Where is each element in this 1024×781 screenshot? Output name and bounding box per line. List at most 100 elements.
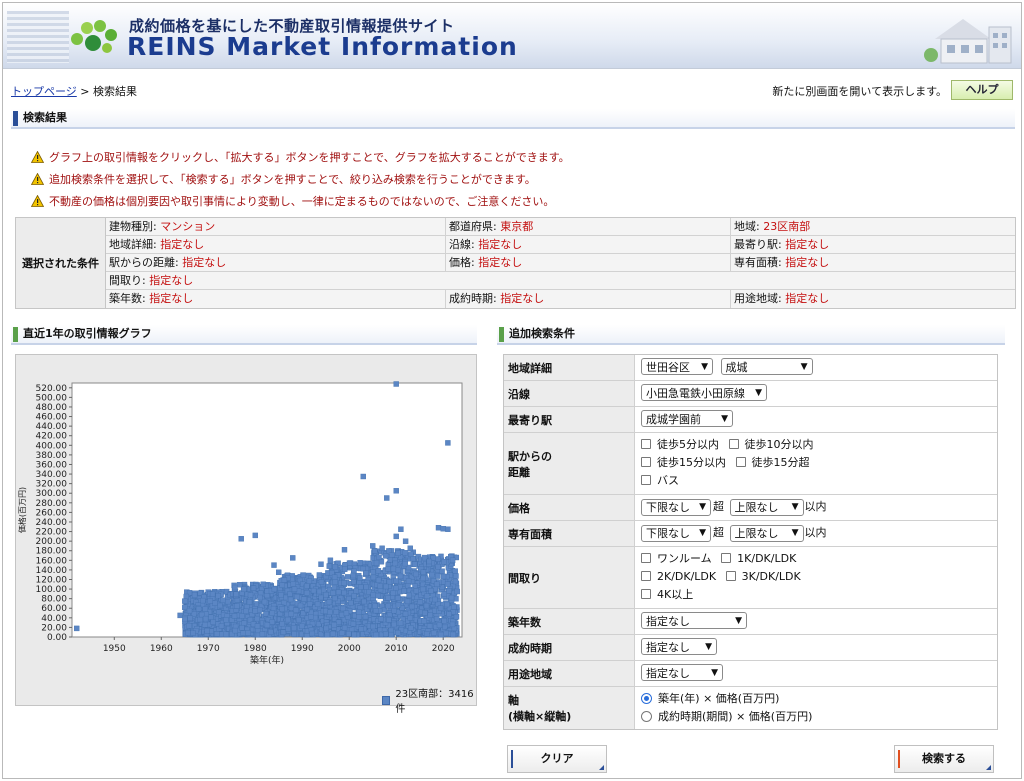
data-point — [279, 582, 285, 588]
data-point — [279, 606, 285, 612]
age-select[interactable]: 指定なし ▼ — [641, 612, 747, 629]
data-point — [233, 591, 239, 598]
data-point — [195, 606, 202, 612]
data-point — [190, 630, 196, 636]
form-label: 最寄り駅 — [504, 407, 635, 432]
data-point — [376, 554, 382, 560]
checkbox-box[interactable] — [641, 457, 651, 467]
data-point — [435, 573, 441, 579]
area-min-select[interactable]: 下限なし ▼ — [641, 524, 711, 542]
data-point — [331, 574, 338, 580]
x-tick-label: 1970 — [197, 644, 220, 654]
checkbox-1k[interactable]: 1K/DK/LDK — [721, 549, 796, 567]
checkbox-bus[interactable]: バス — [641, 471, 679, 489]
data-point — [309, 630, 315, 637]
zoning-select[interactable]: 指定なし ▼ — [641, 664, 723, 681]
area-max-select[interactable]: 上限なし ▼ — [729, 524, 804, 542]
clear-button[interactable]: クリア — [507, 745, 607, 773]
chevron-down-icon: ▼ — [755, 387, 762, 398]
data-point — [304, 606, 310, 613]
data-point — [214, 631, 220, 637]
checkbox-box[interactable] — [721, 553, 732, 563]
condition-cell: 専有面積: 指定なし — [731, 254, 1015, 272]
checkbox-2k[interactable]: 2K/DK/LDK — [641, 567, 716, 585]
data-point — [306, 578, 313, 584]
radio-button[interactable] — [641, 710, 652, 722]
data-point — [314, 601, 321, 608]
chevron-down-icon: ▼ — [701, 361, 708, 372]
checkbox-walk15-over[interactable]: 徒歩15分超 — [735, 453, 810, 471]
checkbox-box[interactable] — [641, 589, 651, 599]
checkbox-box[interactable] — [641, 439, 651, 449]
condition-value: 指定なし — [149, 292, 194, 305]
data-point — [287, 596, 294, 603]
data-point — [267, 629, 274, 635]
data-point — [351, 593, 357, 599]
data-point — [281, 577, 288, 583]
data-point — [288, 611, 294, 617]
data-point — [318, 561, 324, 567]
help-button[interactable]: ヘルプ — [951, 80, 1013, 100]
checkbox-4k[interactable]: 4K以上 — [641, 585, 693, 603]
station-select[interactable]: 成城学園前 ▼ — [641, 410, 733, 427]
data-point — [417, 599, 423, 605]
data-point — [435, 556, 441, 562]
data-point — [304, 583, 310, 589]
radio-axis-period-price[interactable]: 成約時期(期間) × 価格(百万円) — [641, 707, 812, 725]
data-point — [452, 578, 459, 585]
chart-heading-text: 直近1年の取引情報グラフ — [23, 327, 152, 340]
data-point — [446, 611, 452, 617]
radio-axis-age-price[interactable]: 築年(年) × 価格(百万円) — [641, 689, 779, 707]
search-button[interactable]: 検索する — [894, 745, 994, 773]
data-point — [351, 579, 357, 585]
form-label: 間取り — [504, 547, 635, 608]
data-point — [316, 572, 323, 578]
checkbox-walk10[interactable]: 徒歩10分以内 — [728, 435, 814, 453]
checkbox-box[interactable] — [641, 475, 651, 485]
scatter-chart[interactable]: 0.00 20.00 40.00 60.00 80.00 100.00 120.00 140.… — [15, 354, 477, 715]
data-point — [385, 595, 391, 601]
data-point — [261, 598, 268, 605]
form-value: 築年(年) × 価格(百万円) 成約時期(期間) × 価格(百万円) — [635, 687, 997, 728]
data-point — [412, 561, 418, 567]
data-point — [246, 599, 253, 606]
data-point — [209, 591, 216, 597]
chart-canvas[interactable]: 0.0020.0040.0060.0080.00100.00120.00140.… — [16, 355, 476, 705]
checkbox-walk5[interactable]: 徒歩5分以内 — [641, 435, 719, 453]
data-point — [323, 591, 329, 598]
data-point — [247, 592, 254, 598]
breadcrumb-home-link[interactable]: トップページ — [11, 85, 77, 98]
data-point — [276, 569, 282, 576]
checkbox-one-room[interactable]: ワンルーム — [641, 549, 712, 567]
checkbox-box[interactable] — [641, 553, 651, 563]
data-point — [331, 622, 337, 628]
town-select[interactable]: 成城 ▼ — [720, 358, 813, 375]
data-point — [290, 581, 296, 587]
checkbox-walk15[interactable]: 徒歩15分以内 — [641, 453, 726, 471]
data-point — [326, 599, 333, 605]
price-max-select[interactable]: 上限なし ▼ — [729, 498, 804, 516]
line-select[interactable]: 小田急電鉄小田原線 ▼ — [641, 384, 767, 401]
y-tick-label: 460.00 — [36, 413, 68, 423]
data-point — [185, 630, 191, 636]
price-min-select[interactable]: 下限なし ▼ — [641, 498, 711, 516]
checkbox-box[interactable] — [728, 439, 739, 449]
checkbox-box[interactable] — [735, 457, 746, 467]
data-point — [445, 440, 451, 446]
site-title[interactable]: REINS Market Information — [127, 32, 518, 61]
x-axis-label: 築年(年) — [250, 654, 284, 666]
green-dots-logo-icon[interactable] — [69, 19, 119, 57]
checkbox-box[interactable] — [641, 571, 651, 581]
data-point — [363, 570, 369, 576]
radio-button[interactable] — [641, 692, 652, 704]
form-label-line: 軸 — [508, 694, 519, 707]
form-label: 駅からの 距離 — [504, 433, 635, 494]
checkbox-3k[interactable]: 3K/DK/LDK — [725, 567, 801, 585]
checkbox-box[interactable] — [725, 571, 736, 581]
period-select[interactable]: 指定なし ▼ — [641, 638, 717, 655]
ward-select[interactable]: 世田谷区 ▼ — [641, 358, 713, 375]
select-value: 上限なし — [734, 527, 779, 540]
data-point — [318, 579, 325, 585]
data-point — [182, 598, 188, 604]
data-point — [259, 631, 266, 637]
